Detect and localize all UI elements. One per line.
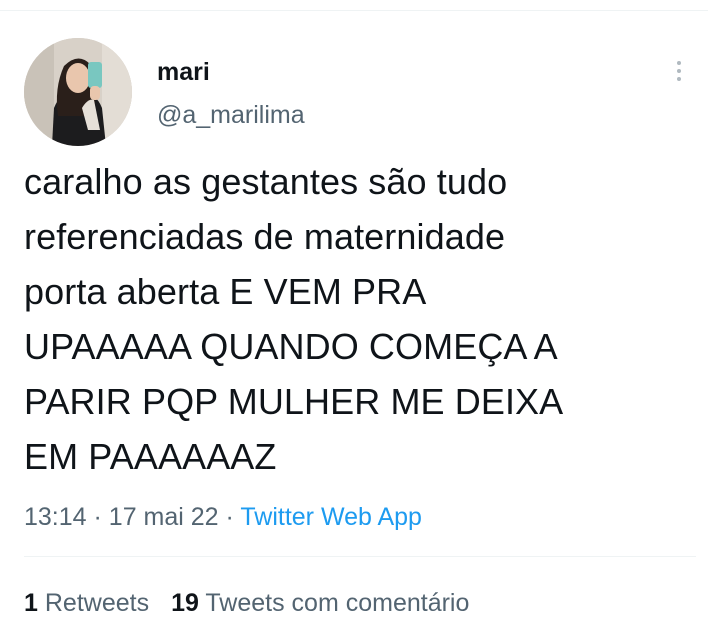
top-divider bbox=[0, 10, 708, 11]
menu-dot bbox=[677, 61, 681, 65]
tweet-time[interactable]: 13:14 bbox=[24, 503, 87, 531]
tweet-text: caralho as gestantes são tudo referencia… bbox=[24, 161, 564, 477]
stats-divider bbox=[24, 556, 696, 557]
avatar-photo bbox=[24, 38, 132, 146]
meta-separator: · bbox=[225, 503, 234, 531]
menu-dot bbox=[677, 77, 681, 81]
more-options-icon[interactable] bbox=[664, 54, 694, 88]
menu-dot bbox=[677, 69, 681, 73]
author-handle[interactable]: @a_marilima bbox=[157, 100, 305, 130]
retweets-label: Retweets bbox=[44, 589, 150, 617]
meta-separator: · bbox=[93, 503, 102, 531]
author-display-name[interactable]: mari bbox=[157, 57, 210, 87]
tweet-date[interactable]: 17 mai 22 bbox=[109, 503, 219, 531]
author-avatar[interactable] bbox=[24, 38, 132, 146]
retweets-stat[interactable]: 1 Retweets bbox=[24, 589, 149, 617]
quotes-label: Tweets com comentário bbox=[205, 589, 470, 617]
tweet-meta: 13:14 · 17 mai 22 · Twitter Web App bbox=[24, 500, 422, 534]
tweet-stats: 1 Retweets 19 Tweets com comentário bbox=[24, 586, 469, 620]
quote-tweets-stat[interactable]: 19 Tweets com comentário bbox=[171, 589, 469, 617]
tweet-source-link[interactable]: Twitter Web App bbox=[240, 503, 422, 531]
quotes-count: 19 bbox=[171, 589, 199, 617]
retweets-count: 1 bbox=[24, 589, 38, 617]
